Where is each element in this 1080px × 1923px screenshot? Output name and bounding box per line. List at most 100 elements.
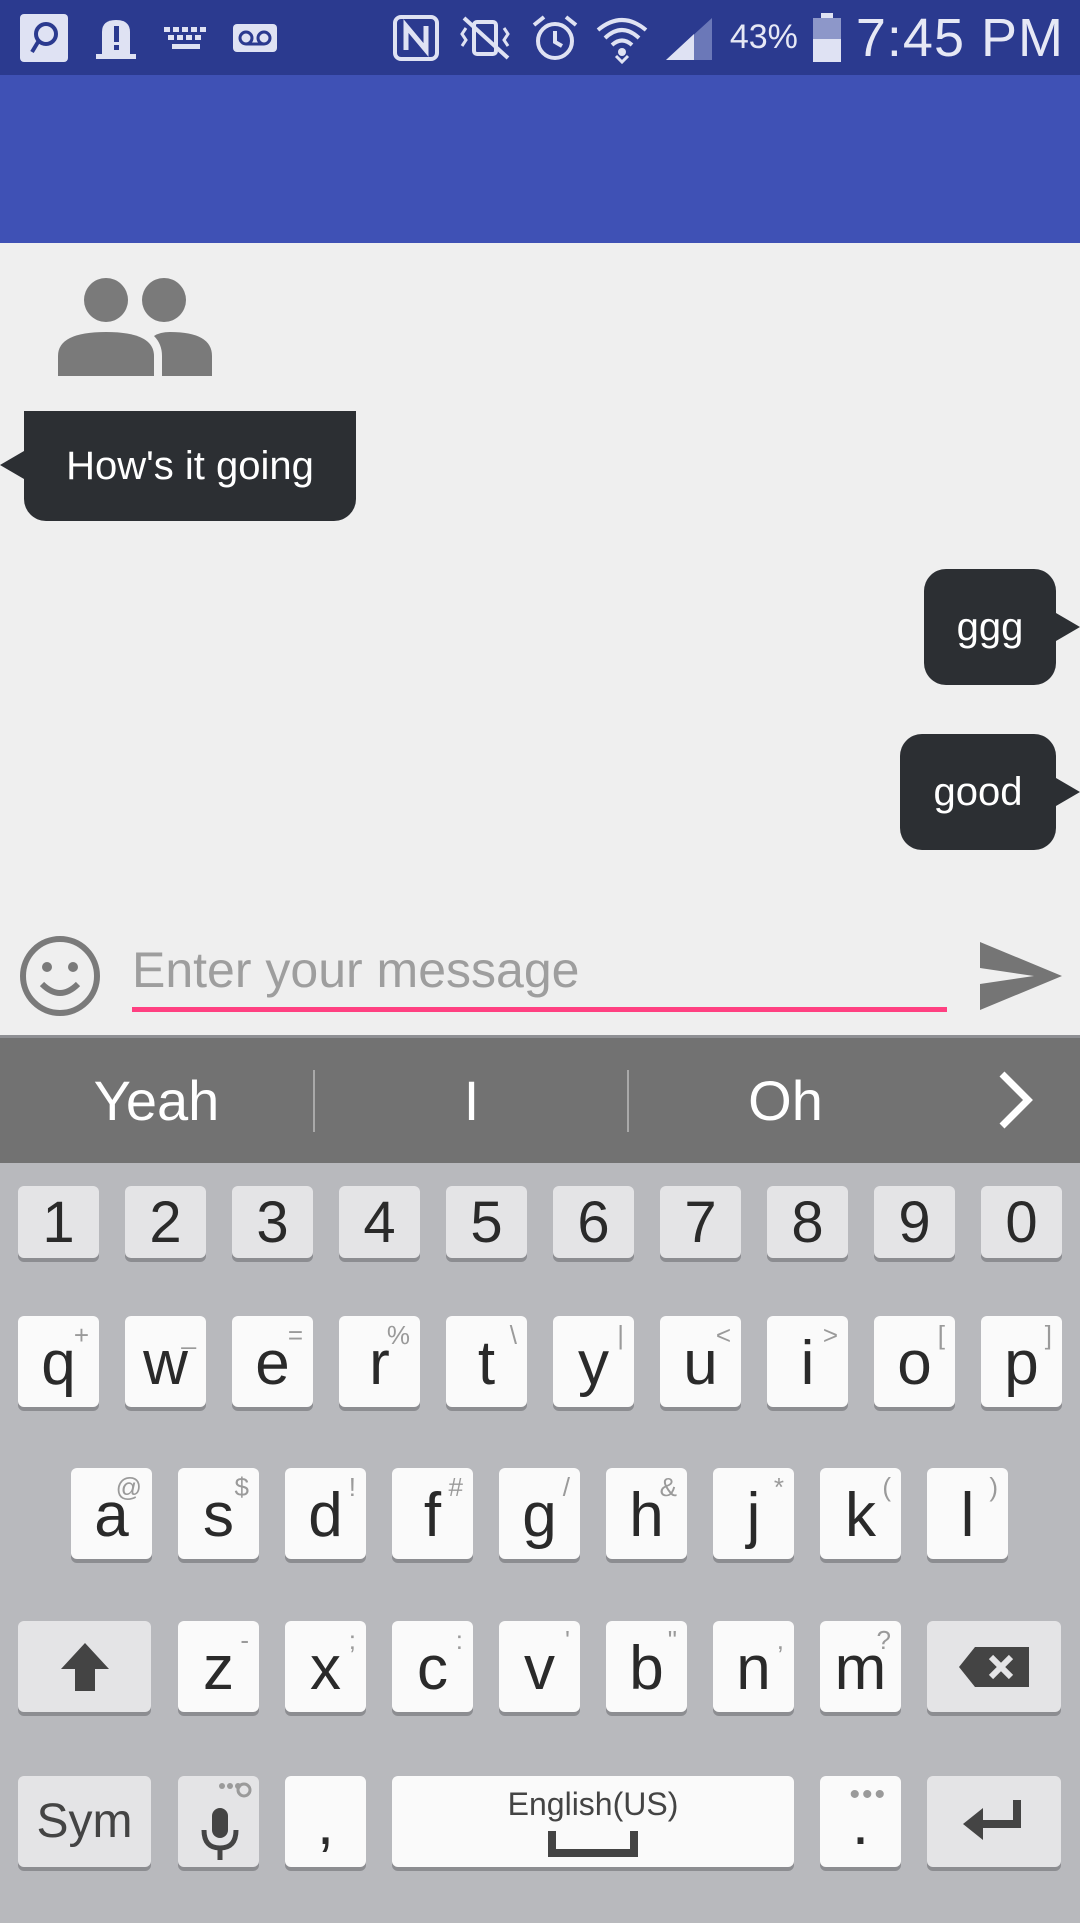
key-hint: ? bbox=[876, 1625, 891, 1655]
suggestion-item[interactable]: Yeah bbox=[0, 1038, 313, 1163]
key-hint: , bbox=[776, 1625, 784, 1655]
key-hint: ( bbox=[882, 1472, 891, 1502]
key-j[interactable]: * j bbox=[713, 1468, 794, 1559]
key-hint: @ bbox=[115, 1472, 142, 1502]
key-hint: ' bbox=[565, 1625, 570, 1655]
backspace-key[interactable] bbox=[927, 1621, 1061, 1712]
key-label: f bbox=[423, 1481, 442, 1550]
key-o[interactable]: [o bbox=[874, 1316, 955, 1407]
alarm-icon bbox=[530, 13, 580, 63]
key-n[interactable]: ,n bbox=[713, 1621, 794, 1712]
key-hint: / bbox=[562, 1472, 570, 1502]
more-punctuation-hint-icon: ••• bbox=[849, 1778, 887, 1811]
key-label: q bbox=[41, 1329, 76, 1398]
suggestion-item[interactable]: I bbox=[315, 1038, 628, 1163]
key-v[interactable]: ' v bbox=[499, 1621, 580, 1712]
key-h[interactable]: & h bbox=[606, 1468, 687, 1559]
wifi-icon bbox=[594, 12, 650, 64]
key-label: p bbox=[1004, 1329, 1039, 1398]
key-4[interactable]: 4 bbox=[339, 1186, 420, 1258]
key-x[interactable]: ; x bbox=[285, 1621, 366, 1712]
key-d[interactable]: ! d bbox=[285, 1468, 366, 1559]
key-label: 7 bbox=[684, 1189, 717, 1255]
key-p[interactable]: ] p bbox=[981, 1316, 1062, 1407]
status-time: 7:45 PM bbox=[855, 7, 1064, 68]
microphone-icon bbox=[201, 1782, 251, 1860]
key-5[interactable]: 5 bbox=[446, 1186, 527, 1258]
incoming-message-bubble: How's it going bbox=[0, 411, 356, 521]
key-label: y bbox=[578, 1329, 609, 1398]
key-k[interactable]: (k bbox=[820, 1468, 901, 1559]
key-label: h bbox=[629, 1481, 664, 1550]
message-text: good bbox=[933, 769, 1023, 814]
key-label: o bbox=[897, 1329, 932, 1398]
key-f[interactable]: # f bbox=[392, 1468, 473, 1559]
key-0[interactable]: 0 bbox=[981, 1186, 1062, 1258]
key-s[interactable]: $ s bbox=[178, 1468, 259, 1559]
key-hint: ! bbox=[348, 1472, 356, 1502]
key-label: 1 bbox=[42, 1189, 75, 1255]
battery-percentage: 43% bbox=[729, 18, 798, 56]
key-hint: % bbox=[386, 1320, 410, 1350]
key-3[interactable]: 3 bbox=[232, 1186, 313, 1258]
enter-key[interactable] bbox=[927, 1776, 1061, 1867]
key-label: z bbox=[203, 1634, 234, 1703]
key-g[interactable]: / g bbox=[499, 1468, 580, 1559]
space-language-label: English(US) bbox=[507, 1786, 679, 1822]
emoji-button[interactable] bbox=[18, 934, 102, 1018]
key-label: g bbox=[522, 1481, 557, 1550]
key-hint: + bbox=[73, 1320, 89, 1350]
sym-key[interactable]: Sym bbox=[18, 1776, 151, 1867]
more-suggestions-button[interactable] bbox=[990, 1068, 1040, 1133]
key-label: t bbox=[477, 1329, 496, 1398]
key-label: c bbox=[417, 1634, 448, 1703]
input-underline bbox=[132, 1007, 947, 1012]
nfc-icon bbox=[392, 14, 440, 62]
key-label: s bbox=[203, 1481, 234, 1550]
period-key[interactable]: ••• . bbox=[820, 1776, 901, 1867]
group-avatar-icon bbox=[54, 272, 214, 380]
key-i[interactable]: > i bbox=[767, 1316, 848, 1407]
suggestion-item[interactable]: Oh bbox=[629, 1038, 942, 1163]
key-c[interactable]: :c bbox=[392, 1621, 473, 1712]
key-u[interactable]: < u bbox=[660, 1316, 741, 1407]
key-y[interactable]: | y bbox=[553, 1316, 634, 1407]
alert-icon bbox=[92, 14, 140, 62]
status-bar: 43% 7:45 PM bbox=[0, 0, 1080, 75]
key-hint: = bbox=[287, 1320, 303, 1350]
voicemail-icon bbox=[232, 23, 278, 53]
backspace-icon bbox=[959, 1646, 1029, 1687]
key-label: 3 bbox=[256, 1189, 289, 1255]
key-q[interactable]: + q bbox=[18, 1316, 99, 1407]
send-button[interactable] bbox=[976, 936, 1066, 1016]
key-r[interactable]: % r bbox=[339, 1316, 420, 1407]
vibrate-mute-icon bbox=[454, 14, 516, 62]
enter-arrow-icon bbox=[963, 1799, 1021, 1840]
key-hint: $ bbox=[234, 1472, 249, 1502]
key-label: 5 bbox=[470, 1189, 503, 1255]
key-6[interactable]: 6 bbox=[553, 1186, 634, 1258]
shift-key[interactable] bbox=[18, 1621, 151, 1712]
space-key[interactable]: English(US) bbox=[392, 1776, 794, 1867]
voice-input-key[interactable] bbox=[178, 1776, 259, 1867]
message-input[interactable] bbox=[132, 935, 947, 1005]
key-m[interactable]: ? m bbox=[820, 1621, 901, 1712]
key-hint: * bbox=[773, 1472, 784, 1502]
smiley-icon bbox=[20, 936, 100, 1016]
comma-key[interactable]: , bbox=[285, 1776, 366, 1867]
key-label: i bbox=[800, 1329, 815, 1398]
key-t[interactable]: \ t bbox=[446, 1316, 527, 1407]
key-w[interactable]: _ w bbox=[125, 1316, 206, 1407]
key-label: 9 bbox=[898, 1189, 931, 1255]
key-7[interactable]: 7 bbox=[660, 1186, 741, 1258]
key-e[interactable]: = e bbox=[232, 1316, 313, 1407]
key-z[interactable]: -z bbox=[178, 1621, 259, 1712]
key-l[interactable]: ) l bbox=[927, 1468, 1008, 1559]
key-9[interactable]: 9 bbox=[874, 1186, 955, 1258]
key-8[interactable]: 8 bbox=[767, 1186, 848, 1258]
key-a[interactable]: @ a bbox=[71, 1468, 152, 1559]
key-1[interactable]: 1 bbox=[18, 1186, 99, 1258]
key-2[interactable]: 2 bbox=[125, 1186, 206, 1258]
key-b[interactable]: " b bbox=[606, 1621, 687, 1712]
battery-icon bbox=[812, 12, 842, 63]
